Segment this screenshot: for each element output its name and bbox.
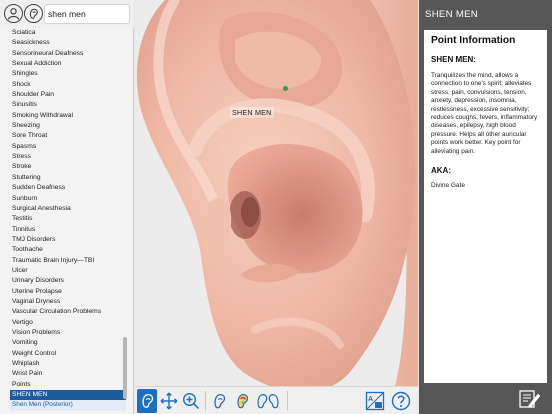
card-heading: Point Information bbox=[431, 35, 516, 46]
ear-view-icon[interactable] bbox=[137, 389, 157, 413]
scrollbar[interactable] bbox=[123, 337, 127, 399]
panel-title: SHEN MEN bbox=[425, 9, 479, 20]
pan-icon[interactable] bbox=[159, 389, 179, 413]
help-icon[interactable] bbox=[390, 389, 412, 413]
list-item[interactable]: Sinusitis bbox=[10, 100, 126, 110]
list-item[interactable]: Ulcer bbox=[10, 266, 126, 276]
list-item[interactable]: Vertigo bbox=[10, 318, 126, 328]
list-item[interactable]: Sensorineural Deafness bbox=[10, 49, 126, 59]
toolbar-divider bbox=[287, 391, 288, 411]
sidebar: shen men Sciatica Seasickness Sensorineura… bbox=[0, 0, 134, 414]
condition-list: Sciatica Seasickness Sensorineural Deafnes… bbox=[10, 28, 126, 412]
list-item[interactable]: Shock bbox=[10, 80, 126, 90]
list-item[interactable]: Tinnitus bbox=[10, 225, 126, 235]
list-item[interactable]: Weight Control bbox=[10, 349, 126, 359]
list-item[interactable]: Shingles bbox=[10, 69, 126, 79]
list-item-sub-point[interactable]: Shen Men (Posterior) bbox=[10, 400, 126, 411]
toolbar-divider bbox=[205, 391, 206, 411]
list-item[interactable]: Sunburn bbox=[10, 194, 126, 204]
list-item[interactable]: Sneezing bbox=[10, 121, 126, 131]
point-label[interactable]: SHEN MEN bbox=[230, 107, 274, 118]
list-item[interactable]: Whiplash bbox=[10, 359, 126, 369]
atlas-icon[interactable]: A bbox=[364, 389, 386, 413]
list-item[interactable]: Sciatica bbox=[10, 28, 126, 38]
list-item[interactable]: Shoulder Pain bbox=[10, 90, 126, 100]
list-item[interactable]: TMJ Disorders bbox=[10, 235, 126, 245]
point-marker[interactable] bbox=[283, 86, 288, 91]
zoom-in-icon[interactable] bbox=[181, 389, 201, 413]
search-bar: shen men bbox=[0, 0, 134, 28]
ear-3d-view[interactable]: SHEN MEN bbox=[135, 0, 418, 386]
svg-text:A: A bbox=[368, 396, 373, 403]
notes-edit-icon[interactable] bbox=[517, 387, 541, 411]
aka-heading: AKA: bbox=[431, 166, 451, 176]
list-item[interactable]: Wrist Pain bbox=[10, 369, 126, 379]
info-panel: SHEN MEN Point Information SHEN MEN: Tra… bbox=[419, 0, 552, 414]
ear-pair-icon[interactable] bbox=[254, 389, 282, 413]
list-item[interactable]: Vaginal Dryness bbox=[10, 297, 126, 307]
list-item[interactable]: Vomiting bbox=[10, 338, 126, 348]
list-item[interactable]: Sudden Deafness bbox=[10, 183, 126, 193]
list-item[interactable]: Urinary Disorders bbox=[10, 276, 126, 286]
list-item[interactable]: Smoking Withdrawal bbox=[10, 111, 126, 121]
list-item[interactable]: Traumatic Brain Injury—TBI bbox=[10, 256, 126, 266]
search-input[interactable]: shen men bbox=[44, 4, 130, 24]
list-item[interactable]: Seasickness bbox=[10, 38, 126, 48]
list-item[interactable]: Stress bbox=[10, 152, 126, 162]
toolbar: A bbox=[135, 386, 418, 414]
list-item[interactable]: Stuttering bbox=[10, 173, 126, 183]
list-item[interactable]: Sore Throat bbox=[10, 131, 126, 141]
list-item[interactable]: Spasms bbox=[10, 142, 126, 152]
list-item[interactable]: Uterine Prolapse bbox=[10, 287, 126, 297]
list-item[interactable]: Vision Problems bbox=[10, 328, 126, 338]
ear-search-icon[interactable] bbox=[24, 4, 43, 23]
list-item[interactable]: Testitis bbox=[10, 214, 126, 224]
list-item[interactable]: Surgical Anesthesia bbox=[10, 204, 126, 214]
aka-value: Divine Gate bbox=[431, 182, 465, 190]
ear-color-icon[interactable] bbox=[232, 389, 252, 413]
point-info-card: Point Information SHEN MEN: Tranquilizes… bbox=[424, 30, 547, 383]
point-name: SHEN MEN: bbox=[431, 55, 476, 64]
ear-illustration bbox=[135, 0, 418, 386]
point-description: Tranquilizes the mind, allows a connecti… bbox=[431, 72, 538, 155]
list-item[interactable]: Toothache bbox=[10, 245, 126, 255]
list-item[interactable]: Vascular Circulation Problems bbox=[10, 307, 126, 317]
list-item[interactable]: Points bbox=[10, 380, 126, 390]
list-item-selected[interactable]: SHEN MEN bbox=[10, 390, 126, 401]
profile-icon[interactable] bbox=[4, 4, 23, 23]
list-item[interactable]: Stroke bbox=[10, 162, 126, 172]
list-item[interactable]: Sexual Addiction bbox=[10, 59, 126, 69]
ear-outline-icon[interactable] bbox=[209, 389, 229, 413]
